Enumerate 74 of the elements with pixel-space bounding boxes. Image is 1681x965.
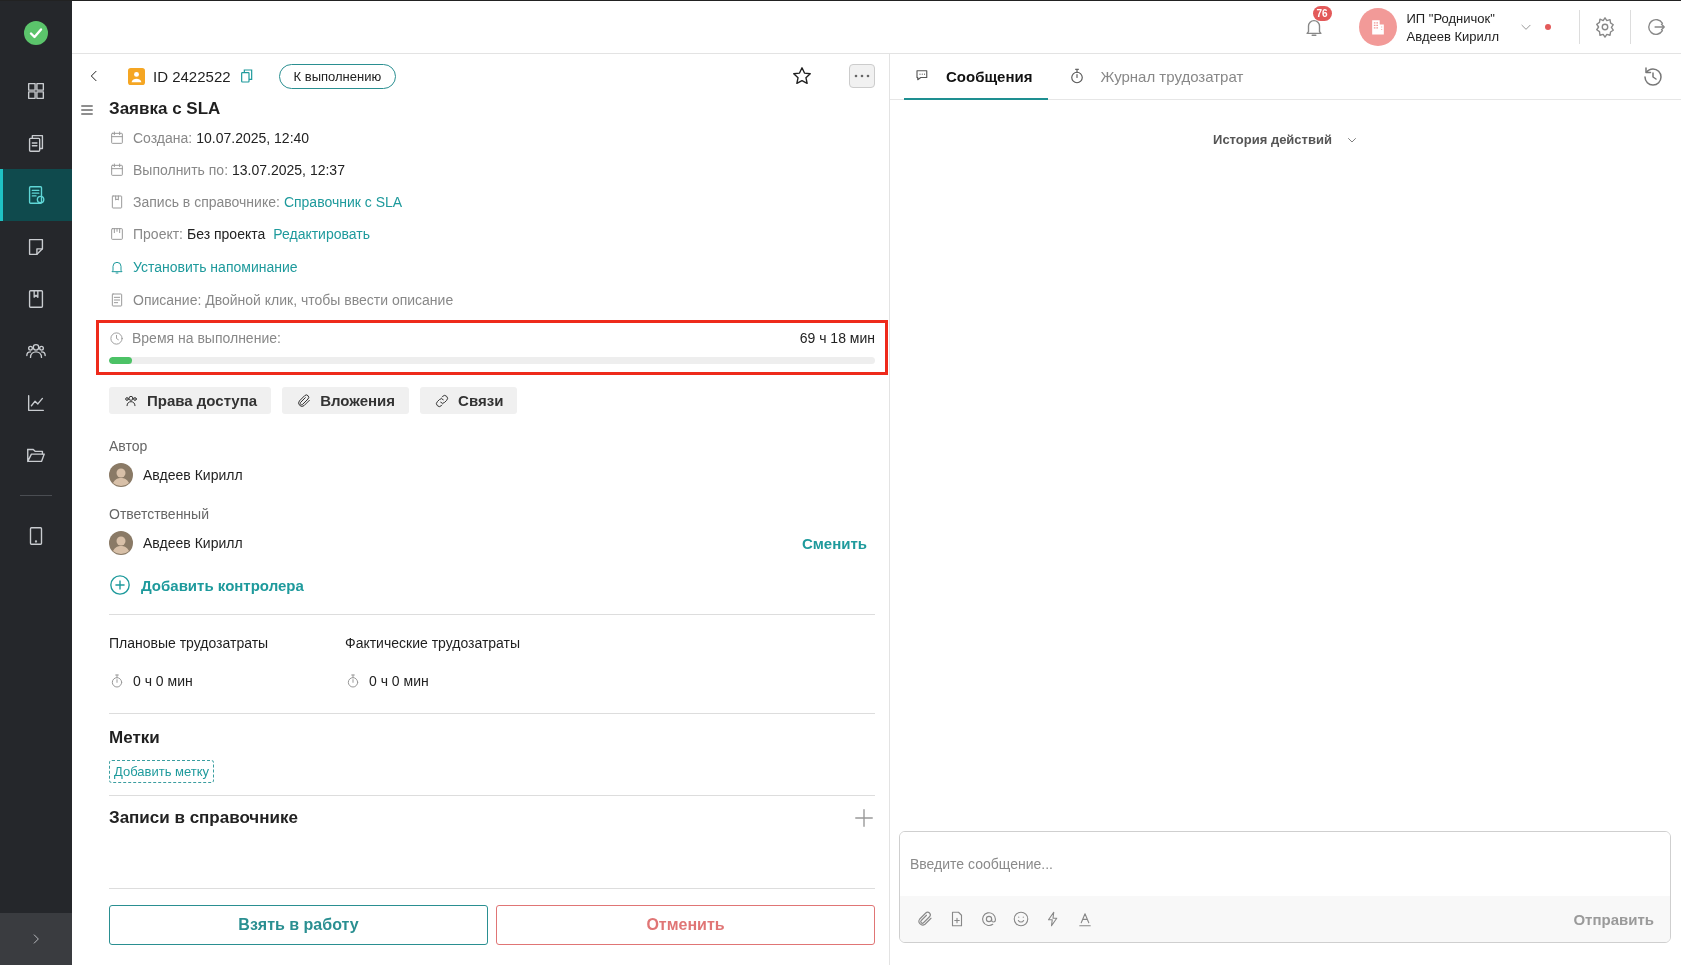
paperclip-icon[interactable]: [916, 910, 934, 928]
change-link[interactable]: Сменить: [801, 534, 867, 552]
dashboard-icon: [25, 80, 47, 102]
copy-icon[interactable]: [238, 68, 255, 84]
effort-label: Плановые трудозатраты: [109, 635, 269, 651]
bookmark-icon: [109, 194, 125, 210]
field-value: 10.07.2025, 12:40: [196, 130, 310, 146]
task-title: Заявка с SLA: [109, 98, 222, 120]
field-label: Запись в справочнике:: [133, 194, 280, 210]
user-name: Авдеев Кирилл: [1406, 28, 1499, 44]
add-controller-link[interactable]: Добавить контролера: [141, 576, 304, 594]
field-value: 13.07.2025, 12:37: [232, 162, 345, 178]
access-button[interactable]: Права доступа: [109, 387, 272, 414]
history-icon[interactable]: [1641, 64, 1665, 89]
document-icon: [109, 292, 125, 308]
cancel-button[interactable]: Отменить: [496, 905, 875, 945]
plus-icon[interactable]: [853, 807, 875, 829]
status-badge: К выполнению: [278, 63, 397, 89]
checkmark-logo-icon: [24, 21, 48, 45]
set-reminder-link[interactable]: Установить напоминание: [133, 259, 298, 275]
task-id: ID 2422522: [153, 67, 231, 85]
author-name: Авдеев Кирилл: [143, 467, 243, 483]
tags-heading: Метки: [109, 728, 161, 748]
add-tag-button[interactable]: Добавить метку: [109, 760, 215, 783]
clock-icon: [109, 330, 124, 346]
stopwatch-icon: [345, 673, 361, 689]
link-icon: [434, 392, 451, 409]
calendar-icon: [109, 162, 125, 178]
calendar-icon: [109, 130, 125, 146]
avatar-icon: [109, 463, 133, 487]
time-label: Время на выполнение:: [132, 330, 281, 346]
field-link[interactable]: Редактировать: [273, 226, 370, 242]
logout-icon[interactable]: [1645, 16, 1667, 38]
effort-value: 0 ч 0 мин: [369, 673, 429, 689]
organization-name: ИП "Родничок": [1406, 10, 1496, 26]
at-sign-icon[interactable]: [980, 910, 998, 928]
menu-icon[interactable]: [79, 102, 95, 118]
records-heading: Записи в справочнике: [109, 808, 298, 828]
chart-icon: [25, 392, 47, 414]
stopwatch-icon: [109, 673, 125, 689]
responsible-label: Ответственный: [109, 506, 210, 522]
field-label: Проект:: [133, 226, 183, 242]
links-button[interactable]: Связи: [420, 387, 518, 414]
tab[interactable]: Сообщения: [904, 54, 1049, 100]
field-label: Выполнить по:: [133, 162, 229, 178]
tab[interactable]: Журнал трудозатрат: [1058, 54, 1260, 100]
smiley-icon[interactable]: [1012, 910, 1030, 928]
bell-icon: [109, 259, 125, 275]
send-button[interactable]: Отправить: [1573, 910, 1654, 928]
field-value: Без проекта: [187, 226, 266, 242]
star-icon[interactable]: [791, 65, 813, 87]
paperclip-icon: [296, 392, 313, 409]
take-to-work-button[interactable]: Взять в работу: [109, 905, 488, 945]
status-dot: [1545, 24, 1551, 30]
avatar-icon: [109, 531, 133, 555]
sidebar-item[interactable]: [0, 169, 72, 221]
request-type-icon: [128, 67, 145, 85]
message-composer[interactable]: Введите сообщение... Отправить: [899, 831, 1671, 943]
field-link[interactable]: Справочник с SLA: [283, 194, 403, 210]
ellipsis-icon: [854, 74, 870, 78]
effort-label: Фактические трудозатраты: [345, 635, 521, 651]
add-circle-icon[interactable]: [109, 574, 131, 596]
history-toggle[interactable]: История действий: [1213, 132, 1332, 147]
notification-count: 76: [1312, 6, 1332, 21]
author-label: Автор: [109, 438, 149, 454]
field-label: Создана:: [133, 130, 193, 146]
attachments-button[interactable]: Вложения: [282, 387, 410, 414]
board-icon: [109, 226, 125, 242]
settings-icon[interactable]: [1594, 16, 1616, 38]
time-value: 69 ч 18 мин: [799, 330, 875, 346]
responsible-name: Авдеев Кирилл: [143, 535, 243, 551]
text-format-icon[interactable]: [1076, 910, 1094, 928]
description-placeholder[interactable]: Описание: Двойной клик, чтобы ввести описание: [133, 292, 454, 308]
effort-value: 0 ч 0 мин: [133, 673, 193, 689]
